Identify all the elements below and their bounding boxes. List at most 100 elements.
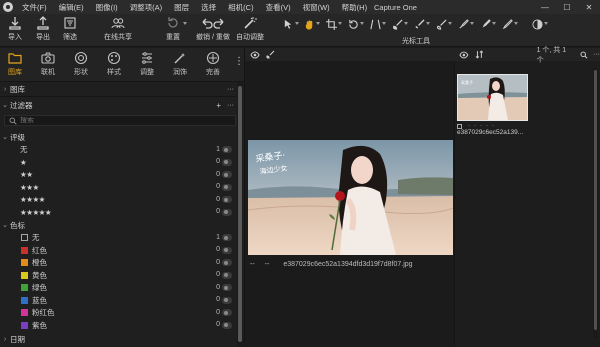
date-section-header[interactable]: › 日期 bbox=[0, 333, 236, 345]
color-row-blue[interactable]: 蓝色 0 bbox=[0, 295, 236, 307]
annotate-tool-caret[interactable] bbox=[514, 22, 518, 26]
eye-icon[interactable] bbox=[250, 51, 260, 59]
menu-camera[interactable]: 相机(C) bbox=[222, 2, 259, 13]
rating-toggle[interactable] bbox=[222, 183, 232, 191]
sort-icon[interactable] bbox=[475, 50, 484, 59]
rating-toggle[interactable] bbox=[222, 208, 232, 216]
pan-tool[interactable] bbox=[303, 18, 315, 30]
brush-tool[interactable] bbox=[391, 18, 403, 30]
rating-row-2[interactable]: ★★ 0 bbox=[0, 169, 236, 181]
exposure-warning-tool[interactable] bbox=[531, 18, 543, 30]
heal-tool-caret[interactable] bbox=[448, 22, 452, 26]
rating-toggle[interactable] bbox=[222, 171, 232, 178]
menu-help[interactable]: 帮助(H) bbox=[336, 2, 373, 13]
filter-search-input[interactable] bbox=[20, 117, 220, 124]
online-share-button[interactable]: 在线共享 bbox=[104, 16, 132, 42]
crop-tool-caret[interactable] bbox=[338, 22, 342, 26]
search-icon[interactable] bbox=[580, 51, 588, 59]
menu-adjustments[interactable]: 调整项(A) bbox=[124, 2, 169, 13]
export-button[interactable]: 导出 bbox=[36, 16, 50, 42]
color-row-green[interactable]: 绿色 0 bbox=[0, 282, 236, 294]
maximize-button[interactable]: ☐ bbox=[556, 0, 578, 14]
color-row-purple[interactable]: 紫色 0 bbox=[0, 320, 236, 332]
filter-section-header[interactable]: ⌄ 过滤器 + ··· bbox=[0, 99, 236, 111]
browser-more-icon[interactable]: ··· bbox=[593, 51, 600, 58]
reset-button[interactable]: 重置 bbox=[166, 16, 180, 42]
rating-row-3[interactable]: ★★★ 0 bbox=[0, 182, 236, 194]
color-toggle[interactable] bbox=[222, 234, 232, 241]
exposure-tool-caret[interactable] bbox=[544, 22, 548, 26]
menu-edit[interactable]: 编辑(E) bbox=[53, 2, 90, 13]
rating-toggle[interactable] bbox=[222, 158, 232, 166]
filter-search-box[interactable] bbox=[4, 115, 236, 126]
color-row-pink[interactable]: 粉红色 0 bbox=[0, 307, 236, 319]
menu-window[interactable]: 视窗(W) bbox=[297, 2, 336, 13]
pan-tool-caret[interactable] bbox=[316, 22, 320, 26]
auto-adjust-button[interactable]: 自动调整 bbox=[236, 16, 264, 42]
left-panel-scrollbar[interactable] bbox=[237, 82, 243, 347]
close-button[interactable]: ✕ bbox=[578, 0, 600, 14]
annotate-tool[interactable] bbox=[501, 18, 513, 30]
heal-tool[interactable] bbox=[435, 18, 447, 30]
filter-button[interactable]: 筛选 bbox=[63, 16, 77, 42]
menu-file[interactable]: 文件(F) bbox=[16, 2, 53, 13]
tab-refine[interactable]: 完善 bbox=[200, 51, 226, 77]
scrollbar-thumb[interactable] bbox=[594, 70, 597, 330]
rotate-tool-caret[interactable] bbox=[360, 22, 364, 26]
picker-tool-caret[interactable] bbox=[470, 22, 474, 26]
color-toggle[interactable] bbox=[222, 309, 232, 316]
menu-select[interactable]: 选择 bbox=[195, 2, 222, 13]
eraser-tool-caret[interactable] bbox=[426, 22, 430, 26]
thumbnail[interactable]: 采桑子· bbox=[457, 74, 528, 121]
rotate-tool[interactable] bbox=[347, 18, 359, 30]
brush-icon[interactable] bbox=[266, 50, 275, 59]
eraser-tool[interactable] bbox=[413, 18, 425, 30]
tab-styles[interactable]: 样式 bbox=[101, 51, 127, 77]
rating-row-none[interactable]: 无 1 bbox=[0, 144, 236, 156]
rating-section-header[interactable]: ⌄ 评级 bbox=[0, 131, 236, 143]
tab-library[interactable]: 图库 bbox=[2, 51, 28, 77]
reset-dropdown-caret[interactable] bbox=[183, 22, 187, 26]
main-photo[interactable]: 采桑子· 海边少女 bbox=[248, 140, 453, 255]
color-row-orange[interactable]: 橙色 0 bbox=[0, 257, 236, 269]
brush-tool-caret[interactable] bbox=[404, 22, 408, 26]
select-tool-caret[interactable] bbox=[295, 22, 299, 26]
color-picker-caret[interactable] bbox=[492, 22, 496, 26]
color-toggle[interactable] bbox=[222, 284, 232, 291]
menu-layers[interactable]: 图层 bbox=[168, 2, 195, 13]
filter-more-icon[interactable]: ··· bbox=[227, 102, 234, 109]
tab-lens[interactable]: 形状 bbox=[68, 51, 94, 77]
thumbnail-select-checkbox[interactable] bbox=[457, 123, 462, 129]
scrollbar-thumb[interactable] bbox=[238, 86, 242, 342]
eye-icon[interactable] bbox=[459, 51, 469, 59]
tab-retouch[interactable]: 润饰 bbox=[167, 51, 193, 77]
more-tabs-icon[interactable]: ⋮ bbox=[234, 57, 244, 67]
rating-toggle[interactable] bbox=[222, 196, 232, 203]
keystone-tool[interactable] bbox=[369, 18, 381, 30]
undo-redo-button[interactable]: 撤销 / 重做 bbox=[196, 16, 230, 42]
color-tag-section-header[interactable]: ⌄ 色标 bbox=[0, 219, 236, 231]
color-toggle[interactable] bbox=[222, 259, 232, 266]
menu-image[interactable]: 图像(I) bbox=[90, 2, 124, 13]
tab-capture[interactable]: 联机 bbox=[35, 51, 61, 77]
tab-adjust[interactable]: 调整 bbox=[134, 51, 160, 77]
picker-tool[interactable] bbox=[457, 18, 469, 30]
crop-tool[interactable] bbox=[325, 18, 337, 30]
rating-toggle[interactable] bbox=[222, 146, 232, 153]
minimize-button[interactable]: — bbox=[534, 0, 556, 14]
color-picker-tool[interactable] bbox=[479, 18, 491, 30]
menu-view[interactable]: 查看(V) bbox=[260, 2, 297, 13]
color-toggle[interactable] bbox=[222, 271, 232, 279]
browser-scrollbar[interactable] bbox=[593, 68, 598, 338]
keystone-tool-caret[interactable] bbox=[382, 22, 386, 26]
color-toggle[interactable] bbox=[222, 321, 232, 329]
color-row-none[interactable]: 无 1 bbox=[0, 232, 236, 244]
library-section-header[interactable]: › 图库 ··· bbox=[0, 83, 236, 95]
color-row-red[interactable]: 红色 0 bbox=[0, 245, 236, 257]
library-more-icon[interactable]: ··· bbox=[227, 83, 234, 95]
select-cursor-tool[interactable] bbox=[282, 18, 294, 30]
import-button[interactable]: 导入 bbox=[8, 16, 22, 42]
rating-row-4[interactable]: ★★★★ 0 bbox=[0, 194, 236, 206]
rating-row-1[interactable]: ★ 0 bbox=[0, 157, 236, 169]
rating-row-5[interactable]: ★★★★★ 0 bbox=[0, 207, 236, 219]
